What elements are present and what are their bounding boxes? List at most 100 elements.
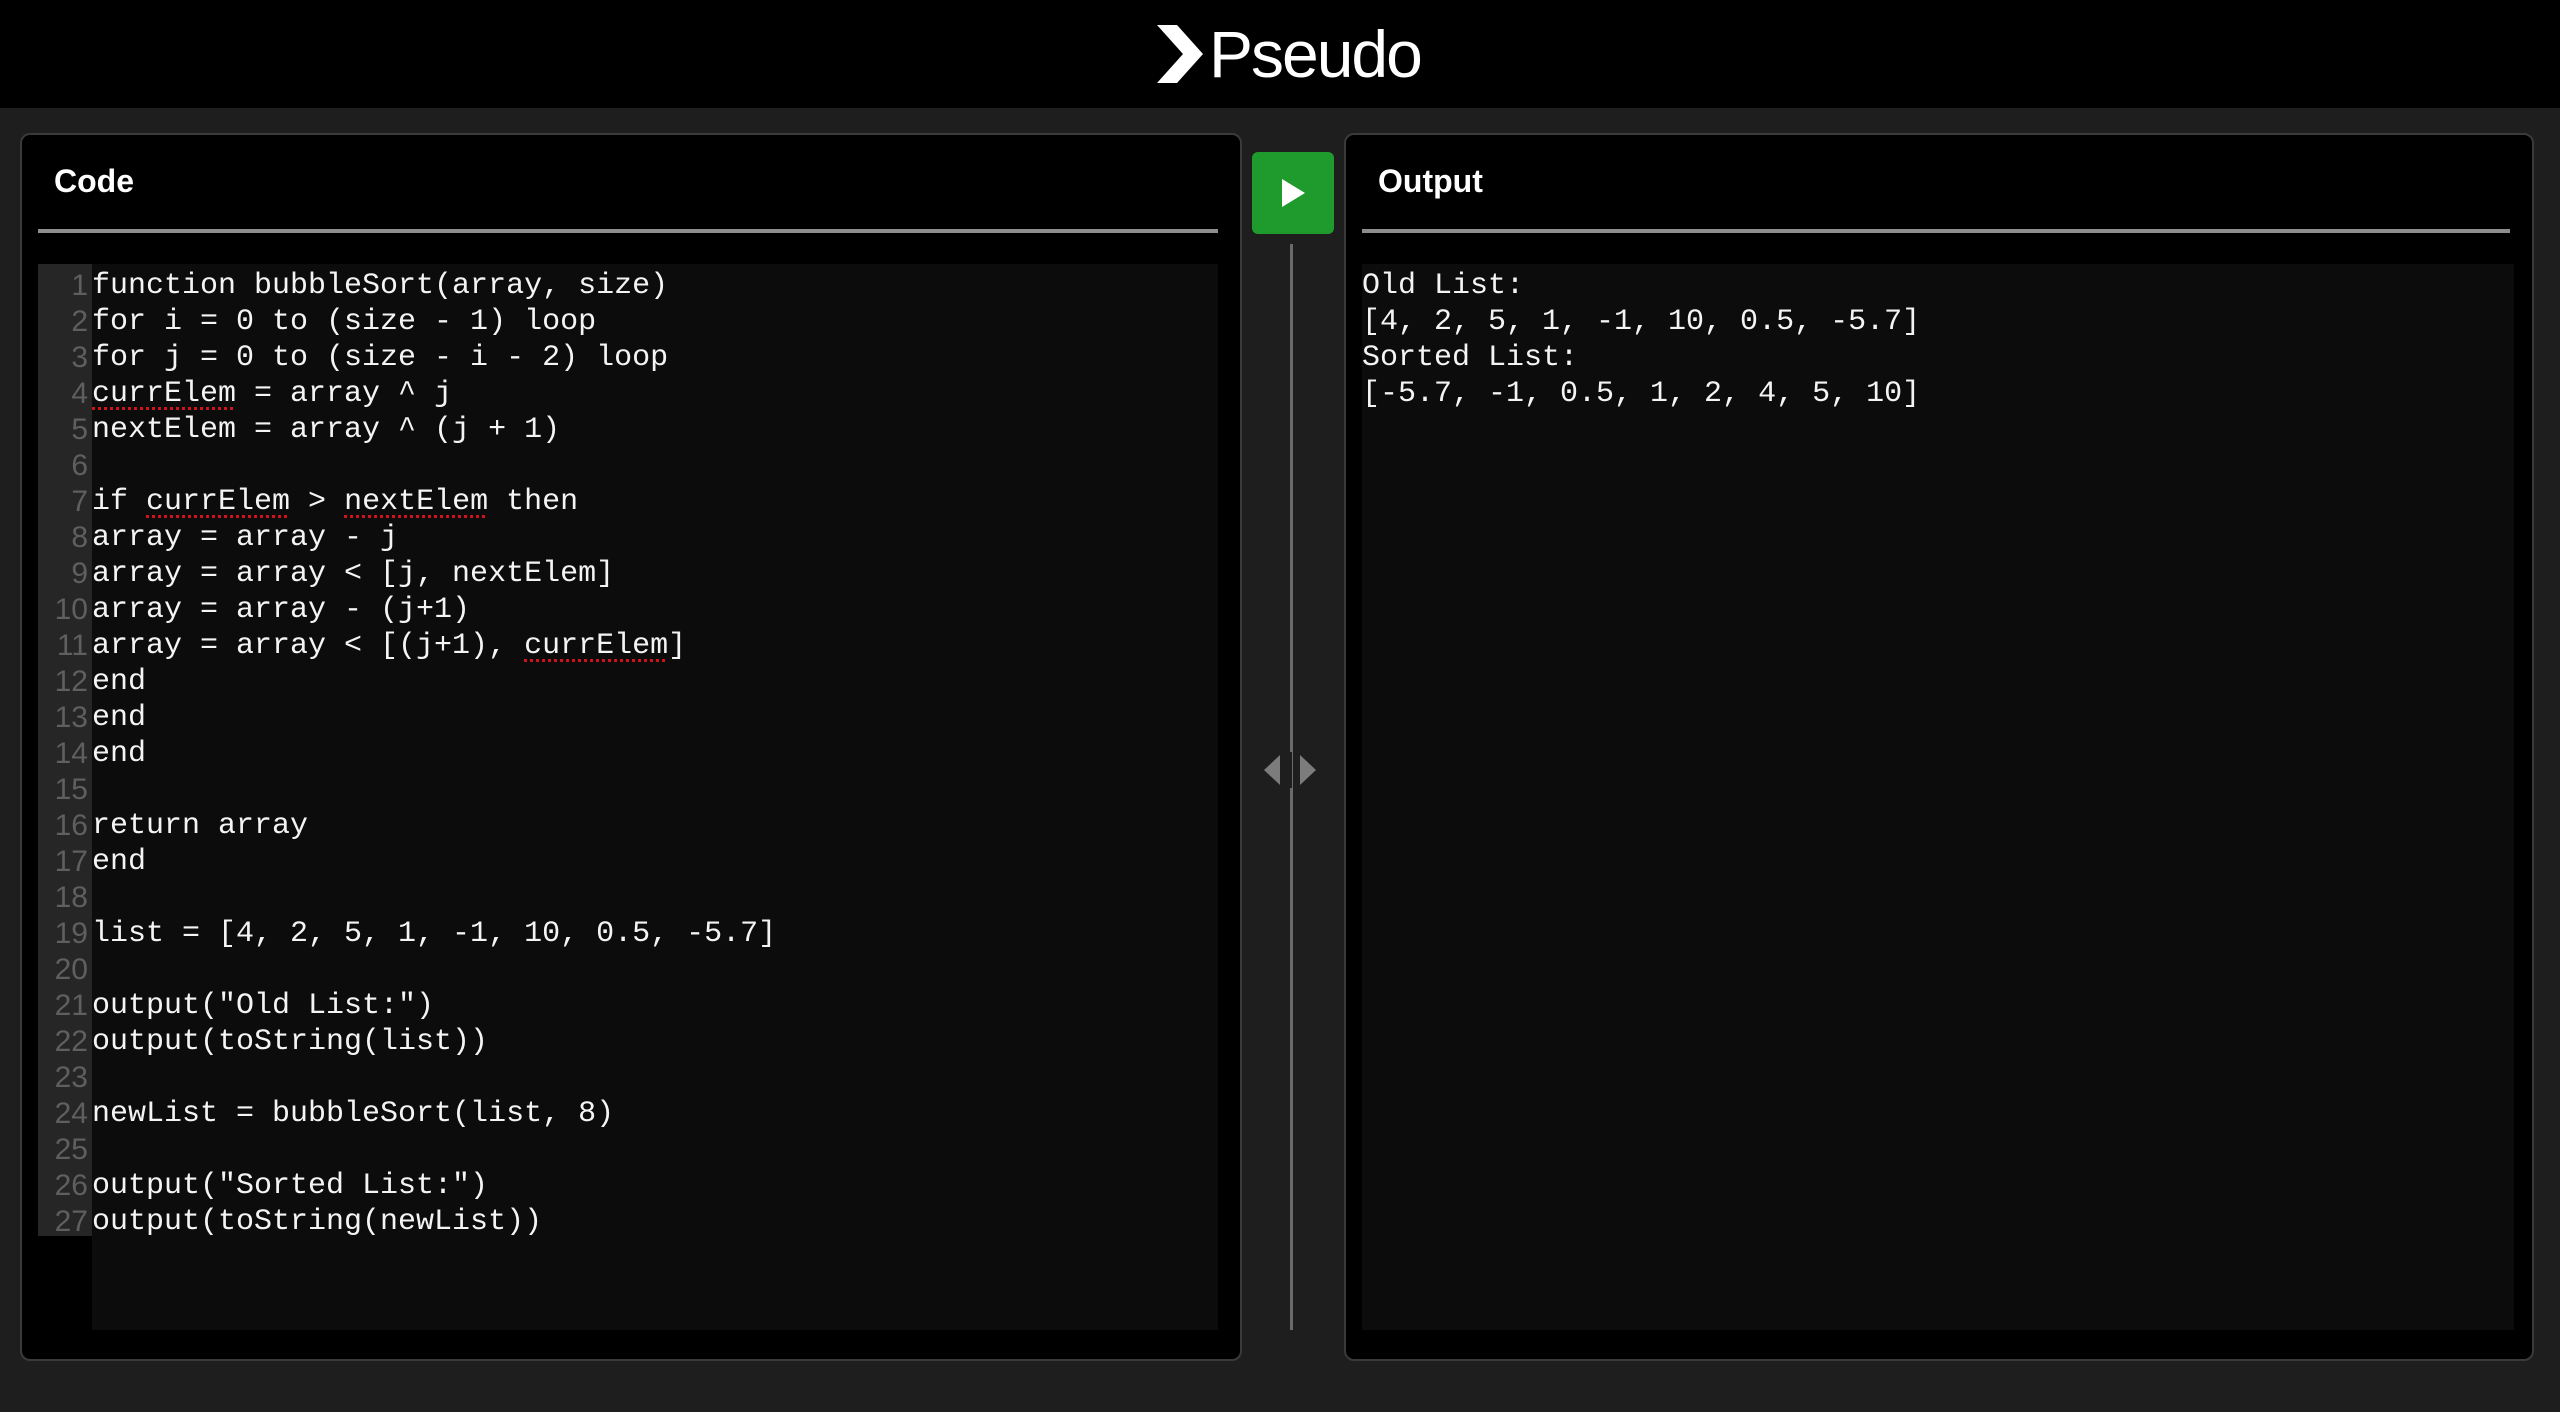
code-text[interactable]: end: [92, 664, 146, 700]
code-line[interactable]: 5 nextElem = array ^ (j + 1): [38, 412, 1218, 448]
code-panel-title: Code: [54, 163, 134, 199]
line-number: 7: [71, 485, 88, 518]
code-text[interactable]: output(toString(newList)): [92, 1204, 542, 1240]
chevron-right-icon: [1157, 25, 1203, 83]
code-text[interactable]: array = array < [(j+1), currElem]: [92, 628, 686, 664]
code-lines[interactable]: 1 function bubbleSort(array, size) 2 for i …: [38, 268, 1218, 1240]
code-text[interactable]: end: [92, 736, 146, 772]
line-number: 19: [54, 917, 88, 950]
code-line[interactable]: 27 output(toString(newList)): [38, 1204, 1218, 1240]
code-line[interactable]: 25: [38, 1132, 1218, 1168]
code-text[interactable]: output("Sorted List:"): [92, 1168, 488, 1204]
line-number: 13: [54, 701, 88, 734]
code-line[interactable]: 21 output("Old List:"): [38, 988, 1218, 1024]
code-text[interactable]: end: [92, 700, 146, 736]
code-line[interactable]: 7 if currElem > nextElem then: [38, 484, 1218, 520]
code-line[interactable]: 17 end: [38, 844, 1218, 880]
top-bar: Pseudo: [0, 0, 2560, 108]
line-number: 26: [54, 1169, 88, 1202]
code-line[interactable]: 8 array = array - j: [38, 520, 1218, 556]
output-panel: Output Old List: [4, 2, 5, 1, -1, 10, 0.5…: [1344, 133, 2534, 1361]
code-line[interactable]: 23: [38, 1060, 1218, 1096]
code-text[interactable]: nextElem = array ^ (j + 1): [92, 412, 560, 448]
line-number: 5: [71, 413, 88, 446]
code-line[interactable]: 26 output("Sorted List:"): [38, 1168, 1218, 1204]
code-line[interactable]: 11 array = array < [(j+1), currElem]: [38, 628, 1218, 664]
code-text[interactable]: newList = bubbleSort(list, 8): [92, 1096, 614, 1132]
line-number: 18: [54, 881, 88, 914]
code-panel: Code 1 function bubbleSort(array, size) 2 f…: [20, 133, 1242, 1361]
code-line[interactable]: 14 end: [38, 736, 1218, 772]
output-line: [-5.7, -1, 0.5, 1, 2, 4, 5, 10]: [1362, 377, 1921, 411]
code-line[interactable]: 12 end: [38, 664, 1218, 700]
app-logo[interactable]: Pseudo: [1155, 14, 1423, 94]
code-text[interactable]: array = array - j: [92, 520, 398, 556]
code-panel-divider: [38, 229, 1218, 233]
run-button[interactable]: [1252, 152, 1334, 234]
line-number: 1: [71, 269, 88, 302]
line-number: 4: [71, 377, 88, 410]
code-line[interactable]: 19 list = [4, 2, 5, 1, -1, 10, 0.5, -5.7]: [38, 916, 1218, 952]
line-number: 24: [54, 1097, 88, 1130]
line-number: 20: [54, 953, 88, 986]
output-line: Sorted List:: [1362, 341, 1579, 375]
output-panel-title: Output: [1378, 163, 1483, 199]
spellcheck-word: currElem: [92, 377, 237, 411]
output-panel-divider: [1362, 229, 2510, 233]
play-icon: [1282, 179, 1305, 207]
code-text[interactable]: end: [92, 844, 146, 880]
spellcheck-word: currElem: [146, 485, 291, 519]
spellcheck-word: nextElem: [344, 485, 489, 519]
code-text[interactable]: for i = 0 to (size - 1) loop: [92, 304, 596, 340]
code-text[interactable]: output("Old List:"): [92, 988, 434, 1024]
code-text[interactable]: if currElem > nextElem then: [92, 484, 578, 520]
code-text[interactable]: return array: [92, 808, 308, 844]
resize-arrows-icon[interactable]: [1262, 752, 1318, 788]
line-number: 14: [54, 737, 88, 770]
code-line[interactable]: 20: [38, 952, 1218, 988]
line-number: 27: [54, 1205, 88, 1238]
code-line[interactable]: 22 output(toString(list)): [38, 1024, 1218, 1060]
line-number: 10: [54, 593, 88, 626]
line-number: 8: [71, 521, 88, 554]
line-number: 16: [54, 809, 88, 842]
line-number: 3: [71, 341, 88, 374]
line-number: 11: [56, 629, 88, 662]
code-text[interactable]: output(toString(list)): [92, 1024, 488, 1060]
code-text[interactable]: for j = 0 to (size - i - 2) loop: [92, 340, 668, 376]
code-line[interactable]: 6: [38, 448, 1218, 484]
line-number: 22: [54, 1025, 88, 1058]
output-line: Old List:: [1362, 269, 1525, 303]
code-text[interactable]: currElem = array ^ j: [92, 376, 452, 412]
output-line: [4, 2, 5, 1, -1, 10, 0.5, -5.7]: [1362, 305, 1921, 339]
code-line[interactable]: 24 newList = bubbleSort(list, 8): [38, 1096, 1218, 1132]
code-text[interactable]: list = [4, 2, 5, 1, -1, 10, 0.5, -5.7]: [92, 916, 776, 952]
code-line[interactable]: 18: [38, 880, 1218, 916]
code-editor[interactable]: 1 function bubbleSort(array, size) 2 for i …: [38, 264, 1218, 1330]
line-number: 2: [71, 305, 88, 338]
line-number: 23: [54, 1061, 88, 1094]
code-line[interactable]: 10 array = array - (j+1): [38, 592, 1218, 628]
line-number: 15: [54, 773, 88, 806]
code-text[interactable]: array = array < [j, nextElem]: [92, 556, 614, 592]
code-line[interactable]: 9 array = array < [j, nextElem]: [38, 556, 1218, 592]
app-name: Pseudo: [1209, 17, 1423, 91]
code-line[interactable]: 1 function bubbleSort(array, size): [38, 268, 1218, 304]
line-number: 12: [54, 665, 88, 698]
line-number: 6: [71, 449, 88, 482]
code-text[interactable]: array = array - (j+1): [92, 592, 470, 628]
line-number: 21: [54, 989, 88, 1022]
line-number: 17: [54, 845, 88, 878]
code-line[interactable]: 3 for j = 0 to (size - i - 2) loop: [38, 340, 1218, 376]
line-number: 25: [54, 1133, 88, 1166]
output-lines: Old List: [4, 2, 5, 1, -1, 10, 0.5, -5.7]…: [1362, 268, 1920, 412]
code-line[interactable]: 13 end: [38, 700, 1218, 736]
code-line[interactable]: 15: [38, 772, 1218, 808]
code-line[interactable]: 2 for i = 0 to (size - 1) loop: [38, 304, 1218, 340]
code-line[interactable]: 16 return array: [38, 808, 1218, 844]
output-console: Old List: [4, 2, 5, 1, -1, 10, 0.5, -5.7]…: [1362, 264, 2514, 1330]
line-number: 9: [71, 557, 88, 590]
code-text[interactable]: function bubbleSort(array, size): [92, 268, 668, 304]
spellcheck-word: currElem: [524, 629, 669, 663]
code-line[interactable]: 4 currElem = array ^ j: [38, 376, 1218, 412]
